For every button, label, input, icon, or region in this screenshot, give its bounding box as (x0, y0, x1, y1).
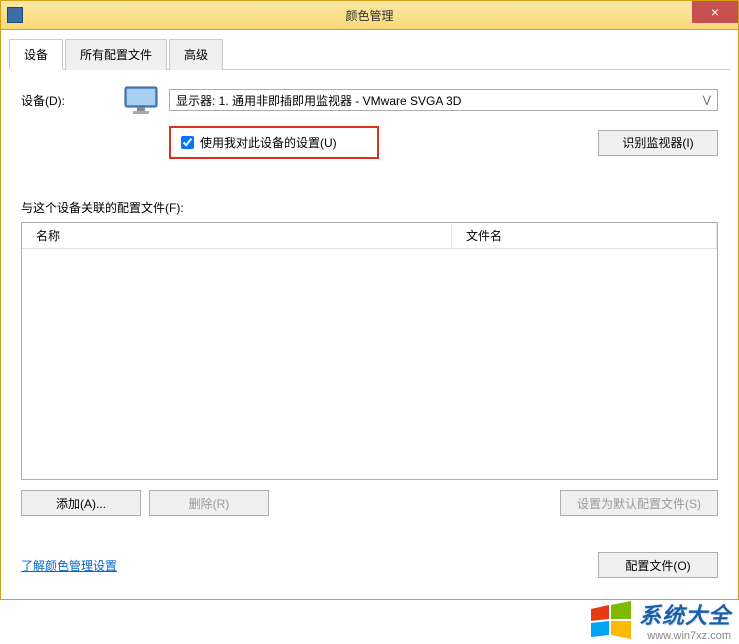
monitor-icon (121, 84, 161, 116)
remove-button: 删除(R) (149, 490, 269, 516)
tab-all-profiles[interactable]: 所有配置文件 (65, 39, 167, 70)
column-name[interactable]: 名称 (22, 223, 452, 248)
tab-advanced[interactable]: 高级 (169, 39, 223, 70)
window-title: 颜色管理 (345, 7, 393, 24)
listview-header: 名称 文件名 (22, 223, 717, 249)
footer-row: 了解颜色管理设置 配置文件(O) (21, 546, 718, 578)
use-settings-label: 使用我对此设备的设置(U) (200, 134, 337, 151)
checkbox-row: 使用我对此设备的设置(U) 识别监视器(I) (169, 126, 718, 159)
identify-monitor-button[interactable]: 识别监视器(I) (598, 130, 718, 156)
tab-bar: 设备 所有配置文件 高级 (9, 38, 730, 70)
close-button[interactable]: × (692, 1, 738, 23)
device-select[interactable]: 显示器: 1. 通用非即插即用监视器 - VMware SVGA 3D ⋁ (169, 89, 718, 111)
add-button[interactable]: 添加(A)... (21, 490, 141, 516)
window-body: 设备 所有配置文件 高级 设备(D): 显示器: 1. 通用非即插即用监视器 -… (0, 30, 739, 600)
watermark-title: 系统大全 (639, 598, 731, 630)
app-icon (7, 7, 23, 23)
profiles-section-label: 与这个设备关联的配置文件(F): (21, 199, 718, 216)
set-default-button: 设置为默认配置文件(S) (560, 490, 718, 516)
titlebar: 颜色管理 × (0, 0, 739, 30)
profile-buttons-row: 添加(A)... 删除(R) 设置为默认配置文件(S) (21, 490, 718, 516)
watermark-logo-icon (589, 601, 633, 639)
device-select-value: 显示器: 1. 通用非即插即用监视器 - VMware SVGA 3D (176, 92, 461, 109)
profiles-listview[interactable]: 名称 文件名 (21, 222, 718, 480)
watermark-url: www.win7xz.com (639, 630, 731, 642)
device-row: 设备(D): 显示器: 1. 通用非即插即用监视器 - VMware SVGA … (21, 84, 718, 116)
chevron-down-icon: ⋁ (703, 95, 711, 106)
learn-more-link[interactable]: 了解颜色管理设置 (21, 557, 117, 574)
use-settings-checkbox[interactable] (181, 136, 194, 149)
tab-content: 设备(D): 显示器: 1. 通用非即插即用监视器 - VMware SVGA … (9, 84, 730, 578)
device-label: 设备(D): (21, 92, 121, 109)
profiles-button[interactable]: 配置文件(O) (598, 552, 718, 578)
watermark: 系统大全 www.win7xz.com (589, 598, 731, 642)
tab-device[interactable]: 设备 (9, 39, 63, 70)
column-file[interactable]: 文件名 (452, 223, 717, 248)
use-settings-checkbox-container[interactable]: 使用我对此设备的设置(U) (169, 126, 379, 159)
